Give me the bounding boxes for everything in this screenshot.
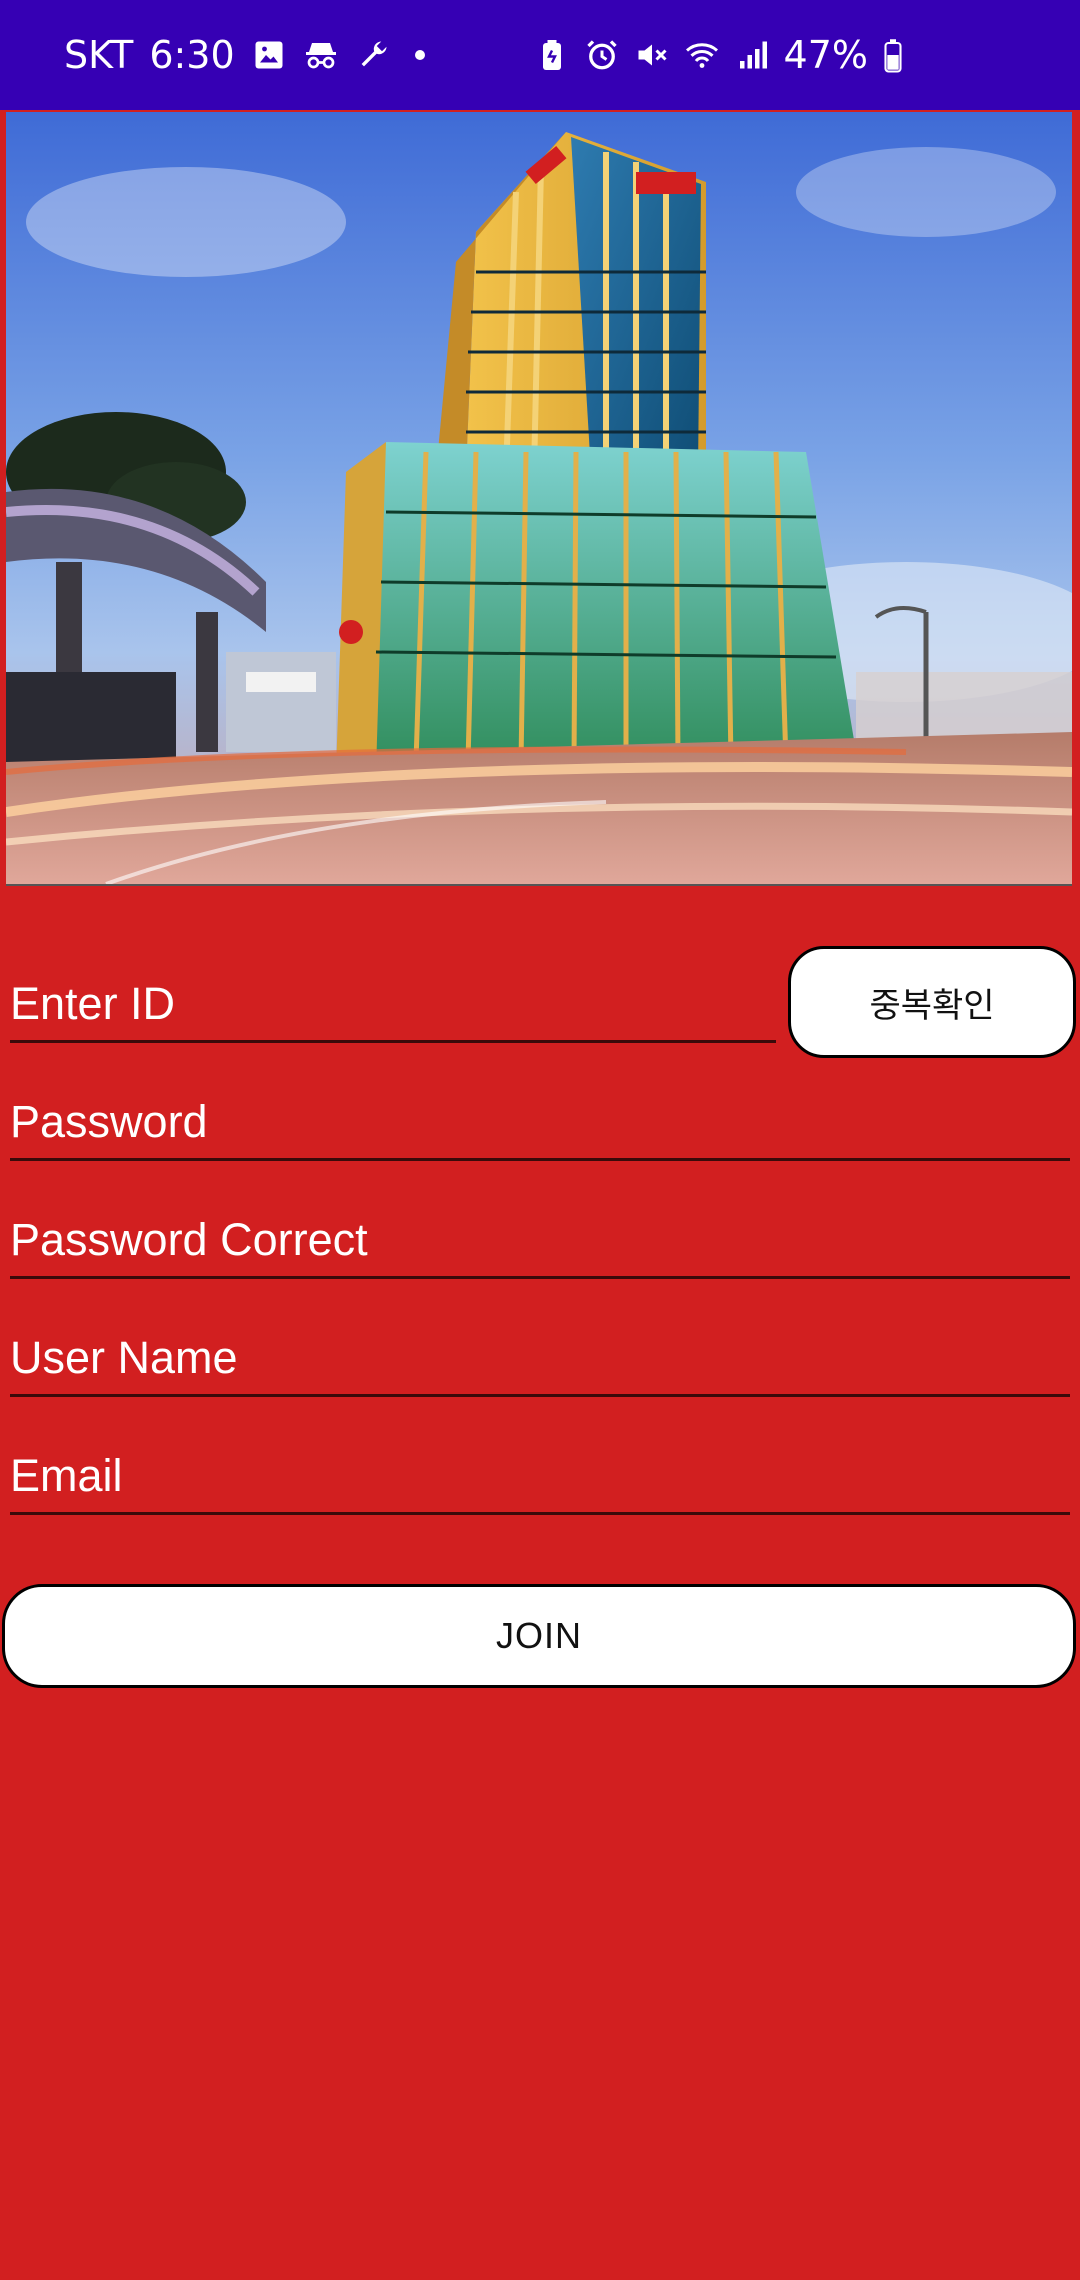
wrench-icon xyxy=(355,37,391,73)
status-right: 47% xyxy=(534,0,904,110)
username-placeholder: User Name xyxy=(10,1332,238,1383)
mute-icon xyxy=(634,37,670,73)
join-button[interactable]: JOIN xyxy=(2,1584,1076,1688)
id-placeholder: Enter ID xyxy=(10,978,176,1029)
signal-icon xyxy=(734,37,770,73)
password-confirm-placeholder: Password Correct xyxy=(10,1214,368,1265)
carrier-label: SKT xyxy=(64,33,134,77)
dot-icon xyxy=(414,50,425,60)
password-confirm-field[interactable]: Password Correct xyxy=(10,1196,1070,1279)
password-field[interactable]: Password xyxy=(10,1078,1070,1161)
wifi-icon xyxy=(684,37,720,73)
password-placeholder: Password xyxy=(10,1096,208,1147)
status-bar: SKT 6:30 47% xyxy=(0,0,1080,110)
hero-image xyxy=(6,112,1072,886)
battery-percent: 47% xyxy=(783,33,868,77)
alarm-icon xyxy=(584,37,620,73)
incognito-icon xyxy=(303,37,339,73)
email-field[interactable]: Email xyxy=(10,1432,1070,1515)
duplicate-check-button[interactable]: 중복확인 xyxy=(788,946,1076,1058)
id-field[interactable]: Enter ID xyxy=(10,960,776,1043)
time-label: 6:30 xyxy=(149,33,235,77)
image-icon xyxy=(251,37,287,73)
battery-icon xyxy=(882,37,904,73)
username-field[interactable]: User Name xyxy=(10,1314,1070,1397)
email-placeholder: Email xyxy=(10,1450,123,1501)
status-left: SKT 6:30 xyxy=(64,0,425,110)
battery-saver-icon xyxy=(534,37,570,73)
